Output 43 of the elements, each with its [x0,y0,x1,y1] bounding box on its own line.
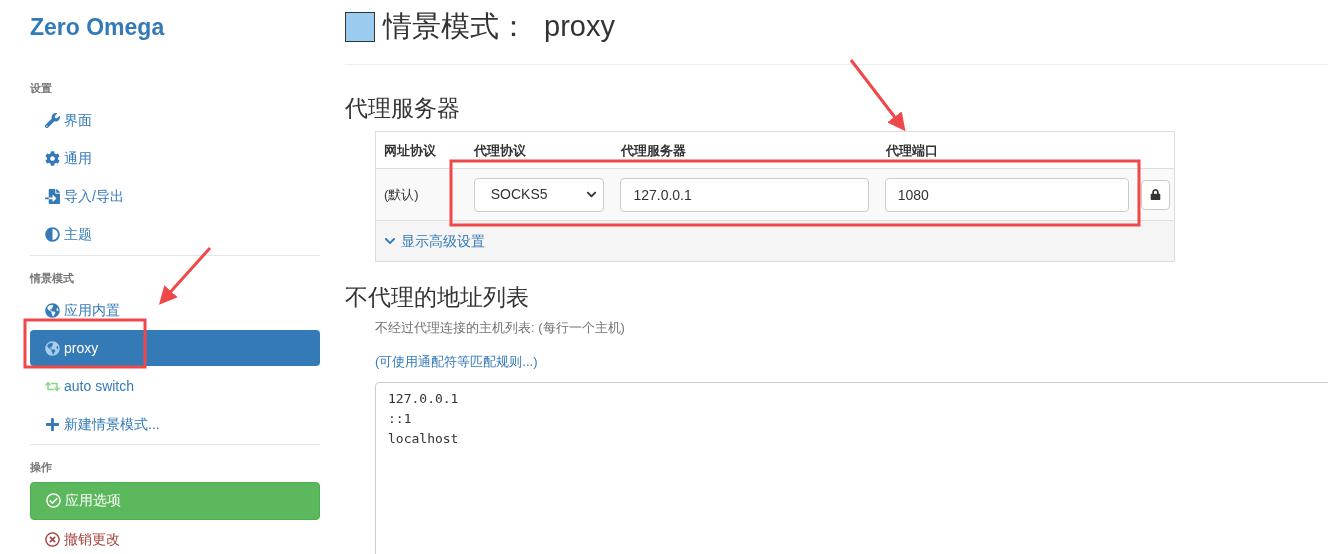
lock-button[interactable] [1141,179,1170,210]
globe-icon [45,302,60,318]
section-header: 操作 [30,460,53,475]
column-header: 网址协议 [383,141,437,160]
section-heading: 代理服务器 [345,94,461,123]
column-header: 代理端口 [884,141,939,160]
lock-icon [1150,189,1161,200]
sidebar-item[interactable]: 界面 [30,102,320,139]
sidebar-item[interactable]: 应用内置 [30,292,320,328]
globe-icon [45,340,60,356]
sidebar-item[interactable]: proxy [30,330,320,366]
column-header: 代理协议 [472,141,527,160]
revert-button[interactable]: 撤销更改 [30,521,320,554]
sidebar-item[interactable]: 主题 [30,216,320,253]
profile-color-swatch[interactable] [345,12,375,42]
server-field[interactable]: 127.0.0.1 [620,177,869,212]
import-export-icon [45,189,60,204]
column-header: 代理服务器 [619,141,687,160]
advanced-settings-link[interactable]: 显示高级设置 [384,230,485,252]
apply-button[interactable]: 应用选项 [30,481,320,520]
annotation-arrow [159,247,212,305]
page-title: 情景模式： [383,9,528,45]
protocol-select[interactable]: SOCKS5 [473,177,605,212]
contrast-icon [45,227,60,242]
sidebar-item[interactable]: 导入/导出 [30,178,320,215]
wrench-icon [45,113,60,128]
wildcard-rules-link[interactable]: (可使用通配符等匹配规则...) [375,351,1328,371]
sidebar-item[interactable]: auto switch [30,368,320,404]
caret-icon [586,189,598,200]
port-field[interactable]: 1080 [884,177,1129,212]
section-heading: 不代理的地址列表 [345,283,530,312]
help-text: 不经过代理连接的主机列表: (每行一个主机) [375,319,626,337]
brand-title: Zero Omega [30,13,166,40]
section-header: 设置 [30,81,53,96]
sidebar-item[interactable]: 新建情景模式... [30,406,320,442]
bypass-list-field[interactable]: 127.0.0.1 ::1 localhost [375,382,1328,554]
sidebar-item[interactable]: 通用 [30,140,320,177]
section-header: 情景模式 [30,270,75,286]
plus-icon [45,416,60,432]
table-cell-text: (默认) [383,185,420,204]
gear-icon [45,151,60,166]
chevron-icon [384,235,396,247]
profile-name: proxy [544,9,615,45]
